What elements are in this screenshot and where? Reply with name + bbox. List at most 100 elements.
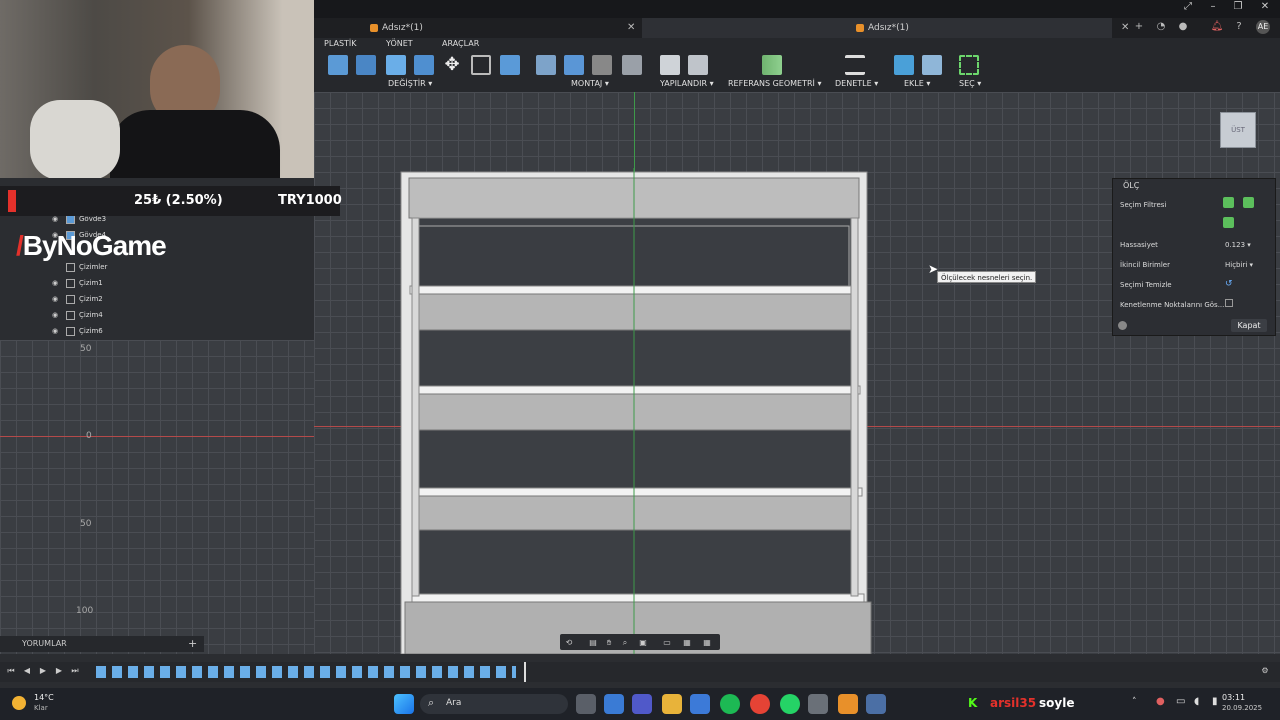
timeline-marker[interactable]: [524, 662, 526, 682]
row-label: Seçimi Temizle: [1120, 281, 1172, 289]
orbit-icon[interactable]: ⟲: [564, 638, 574, 648]
shell-icon[interactable]: [356, 55, 376, 75]
fit-icon[interactable]: ▣: [638, 638, 648, 648]
tree-item[interactable]: ◉ Çizim2: [52, 292, 103, 306]
insert-icon[interactable]: [894, 55, 914, 75]
microphone-icon[interactable]: ●: [1156, 696, 1165, 707]
taskbar-search[interactable]: ⌕ Ara: [420, 694, 568, 714]
clear-selection-icon[interactable]: ↺: [1225, 279, 1233, 289]
group-montaj[interactable]: MONTAJ ▾: [571, 79, 609, 88]
tab-close-icon[interactable]: ✕: [627, 18, 635, 38]
ribbon-tab-araclar[interactable]: ARAÇLAR: [442, 39, 479, 48]
group-referans-geometri[interactable]: REFERANS GEOMETRİ ▾: [728, 79, 821, 88]
steam-icon[interactable]: [808, 694, 828, 714]
display-icon[interactable]: ▭: [662, 638, 672, 648]
combine-icon[interactable]: [386, 55, 406, 75]
volume-icon[interactable]: ◖: [1194, 696, 1199, 707]
tab-document-2[interactable]: Adsız*(1): [642, 18, 1112, 38]
maximize-button[interactable]: ❐: [1225, 1, 1251, 12]
select-icon[interactable]: [959, 55, 979, 75]
viewports-icon[interactable]: ▦: [702, 638, 712, 648]
calculator-icon[interactable]: [866, 694, 886, 714]
rigid-group-icon[interactable]: [592, 55, 612, 75]
online-icon[interactable]: ●: [1176, 20, 1190, 34]
person-body: [110, 110, 280, 178]
whatsapp-icon[interactable]: [780, 694, 800, 714]
step-back-icon[interactable]: ◀: [22, 666, 32, 676]
plus-icon[interactable]: +: [1132, 20, 1146, 34]
copilot-icon[interactable]: [604, 694, 624, 714]
clock-time: 03:11: [1222, 693, 1246, 702]
teams-icon[interactable]: [632, 694, 652, 714]
align-icon[interactable]: [500, 55, 520, 75]
measure-icon[interactable]: [845, 55, 865, 75]
play-icon[interactable]: ▶: [38, 666, 48, 676]
tree-item[interactable]: Çizimler: [62, 260, 107, 274]
chrome-icon[interactable]: [750, 694, 770, 714]
tree-item[interactable]: ◉ Çizim1: [52, 276, 103, 290]
split-icon[interactable]: [414, 55, 434, 75]
step-forward-icon[interactable]: ▶: [54, 666, 64, 676]
tree-item[interactable]: ◉ Çizim6: [52, 324, 103, 338]
canvas-icon[interactable]: [922, 55, 942, 75]
plane-icon[interactable]: [762, 55, 782, 75]
face-filter-icon[interactable]: [1243, 197, 1254, 208]
add-comment-button[interactable]: +: [188, 637, 197, 650]
refresh-icon[interactable]: ◔: [1154, 20, 1168, 34]
file-explorer-icon[interactable]: [662, 694, 682, 714]
group-ekle[interactable]: EKLE ▾: [904, 79, 930, 88]
task-view-icon[interactable]: [576, 694, 596, 714]
store-icon[interactable]: [690, 694, 710, 714]
tab-document-1[interactable]: Adsız*(1): [366, 18, 640, 38]
grid-icon[interactable]: ▦: [682, 638, 692, 648]
view-cube[interactable]: ÜST: [1220, 112, 1256, 148]
motion-icon[interactable]: [622, 55, 642, 75]
joint-icon[interactable]: [564, 55, 584, 75]
snap-points-checkbox[interactable]: [1225, 299, 1233, 307]
body-filter-icon[interactable]: [1223, 197, 1234, 208]
alert-icon[interactable]: 🔔︎: [1210, 20, 1224, 34]
group-degistir[interactable]: DEĞİŞTİR ▾: [388, 79, 432, 88]
parameters-icon[interactable]: [660, 55, 680, 75]
close-panel-button[interactable]: Kapat: [1231, 319, 1267, 332]
fusion-icon[interactable]: [838, 694, 858, 714]
ribbon-tab-plastik[interactable]: PLASTİK: [324, 39, 357, 48]
tab-close-icon[interactable]: ✕: [1121, 18, 1129, 38]
taskbar: 14°C Klar ⌕ Ara K arsil35 soyle ˄ ● ▭ ◖ …: [0, 688, 1280, 720]
spotify-icon[interactable]: [720, 694, 740, 714]
avatar[interactable]: AE: [1256, 20, 1270, 34]
battery-icon[interactable]: ▮: [1212, 696, 1218, 707]
info-icon[interactable]: [1118, 321, 1127, 330]
go-to-end-icon[interactable]: ⏭: [70, 666, 80, 676]
new-component-icon[interactable]: [536, 55, 556, 75]
scale-icon[interactable]: [471, 55, 491, 75]
table-icon[interactable]: [688, 55, 708, 75]
edge-filter-icon[interactable]: [1223, 217, 1234, 228]
look-at-icon[interactable]: ▤: [588, 638, 598, 648]
go-to-start-icon[interactable]: ⏮: [6, 666, 16, 676]
ribbon-tab-yonet[interactable]: YÖNET: [386, 39, 413, 48]
expand-icon[interactable]: ⤢: [1175, 1, 1201, 12]
weather-icon[interactable]: [12, 696, 26, 710]
help-icon[interactable]: ?: [1232, 20, 1246, 34]
group-yapilandir[interactable]: YAPILANDIR ▾: [660, 79, 714, 88]
timeline-settings-icon[interactable]: ⚙: [1260, 666, 1270, 676]
tray-chevron-icon[interactable]: ˄: [1132, 697, 1137, 707]
start-button[interactable]: [394, 694, 414, 714]
close-button[interactable]: ✕: [1252, 1, 1278, 12]
group-denetle[interactable]: DENETLE ▾: [835, 79, 878, 88]
design-viewport[interactable]: ÜST: [314, 92, 1280, 654]
zoom-icon[interactable]: ⌕: [620, 638, 630, 648]
group-sec[interactable]: SEÇ ▾: [959, 79, 981, 88]
shelf-model[interactable]: [394, 168, 874, 654]
timeline-features[interactable]: [96, 666, 516, 678]
network-icon[interactable]: ▭: [1176, 696, 1185, 707]
fillet-icon[interactable]: [328, 55, 348, 75]
pan-icon[interactable]: ✋︎: [604, 638, 614, 648]
comments-bar[interactable]: YORUMLAR +: [0, 636, 204, 652]
secondary-units-select[interactable]: Hiçbiri ▾: [1225, 261, 1253, 269]
move-icon[interactable]: ✥: [442, 55, 462, 75]
precision-select[interactable]: 0.123 ▾: [1225, 241, 1251, 249]
minimize-button[interactable]: –: [1200, 1, 1226, 12]
tree-item[interactable]: ◉ Çizim4: [52, 308, 103, 322]
